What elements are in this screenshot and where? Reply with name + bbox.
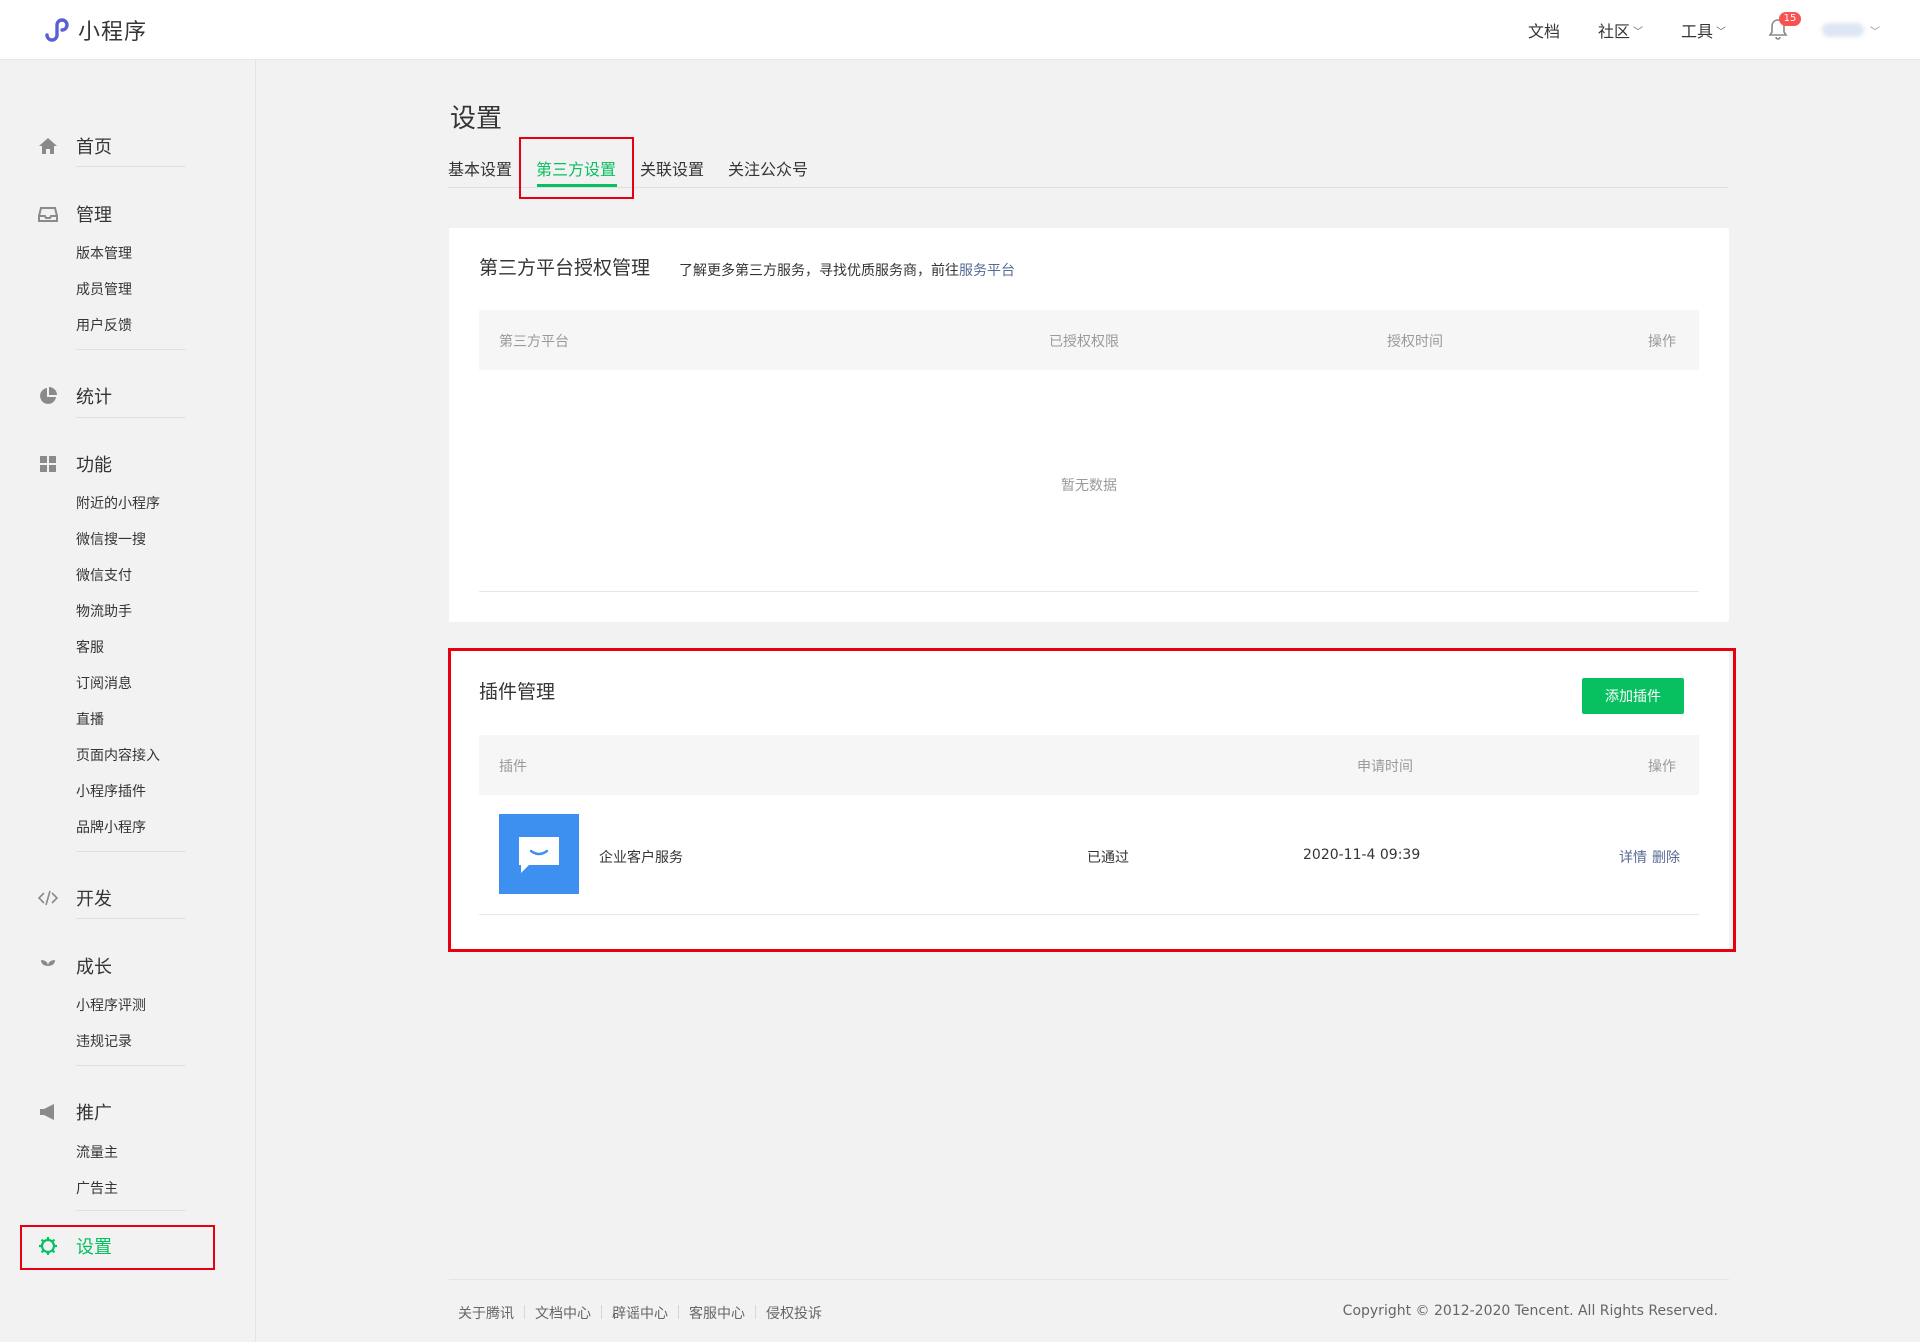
- divider: [601, 1305, 602, 1319]
- home-icon: [38, 136, 58, 156]
- sidebar-item-label: 首页: [76, 137, 112, 158]
- copyright-text: Copyright © 2012-2020 Tencent. All Right…: [1342, 1303, 1718, 1319]
- divider: [76, 1210, 186, 1211]
- third-party-table-header: 第三方平台 已授权权限 授权时间 操作: [479, 310, 1699, 370]
- empty-state-text: 暂无数据: [1061, 478, 1117, 494]
- chevron-down-icon: ﹀: [1716, 26, 1726, 38]
- divider: [524, 1305, 525, 1319]
- sidebar-item-manage[interactable]: 管理: [38, 202, 112, 226]
- sidebar-item-label: 成长: [76, 957, 112, 978]
- tab-linked-settings[interactable]: 关联设置: [640, 156, 704, 180]
- table-bottom-line: [479, 591, 1699, 592]
- nav-docs-label: 文档: [1527, 22, 1560, 41]
- tab-basic-settings[interactable]: 基本设置: [448, 156, 512, 180]
- chevron-down-icon: ﹀: [1632, 26, 1643, 38]
- column-header: 第三方平台: [499, 334, 569, 350]
- third-party-card-title: 第三方平台授权管理: [479, 257, 651, 279]
- footer-link-about[interactable]: 关于腾讯: [458, 1303, 514, 1323]
- chevron-down-icon: ﹀: [1870, 26, 1880, 38]
- divider: [678, 1305, 679, 1319]
- logo[interactable]: 小程序: [38, 13, 147, 47]
- sidebar-item-traffic-owner[interactable]: 流量主: [76, 1142, 118, 1162]
- footer-link-rumor[interactable]: 辟谣中心: [612, 1303, 668, 1323]
- account-menu[interactable]: ﹀: [1822, 23, 1880, 38]
- tab-bar: 基本设置 第三方设置 关联设置 关注公众号: [448, 154, 1728, 188]
- divider: [76, 1065, 186, 1066]
- pie-chart-icon: [38, 386, 58, 406]
- divider: [76, 918, 186, 919]
- sidebar-item-label: 推广: [76, 1103, 112, 1124]
- divider: [76, 349, 186, 350]
- notification-badge: 15: [1779, 12, 1801, 26]
- sidebar-item-violations[interactable]: 违规记录: [76, 1031, 132, 1051]
- grid-icon: [38, 454, 58, 474]
- sidebar-item-search[interactable]: 微信搜一搜: [76, 529, 146, 549]
- mini-program-logo-icon: [45, 18, 69, 42]
- sidebar-item-nearby[interactable]: 附近的小程序: [76, 493, 160, 513]
- nav-community[interactable]: 社区 ﹀: [1598, 18, 1643, 42]
- sidebar-item-stats[interactable]: 统计: [38, 384, 112, 408]
- third-party-auth-card: 第三方平台授权管理 了解更多第三方服务，寻找优质服务商，前往服务平台 第三方平台…: [449, 228, 1729, 622]
- sidebar-item-promotion[interactable]: 推广: [38, 1100, 112, 1124]
- tab-follow-official-account[interactable]: 关注公众号: [728, 156, 808, 180]
- sidebar-item-home[interactable]: 首页: [38, 134, 112, 158]
- sidebar: 首页 管理 版本管理 成员管理 用户反馈 统计 功能 附近的小程序 微信搜一搜 …: [0, 60, 256, 1342]
- nav-community-label: 社区: [1597, 22, 1630, 41]
- sidebar-item-growth[interactable]: 成长: [38, 954, 112, 978]
- sidebar-item-features[interactable]: 功能: [38, 452, 112, 476]
- footer-link-infringement[interactable]: 侵权投诉: [766, 1303, 822, 1323]
- sidebar-item-brand[interactable]: 品牌小程序: [76, 817, 146, 837]
- divider: [76, 851, 186, 852]
- sidebar-item-pay[interactable]: 微信支付: [76, 565, 132, 585]
- sidebar-item-logistics[interactable]: 物流助手: [76, 601, 132, 621]
- divider: [76, 166, 186, 167]
- highlight-box-tab: [519, 137, 634, 199]
- page-title: 设置: [450, 104, 503, 134]
- sidebar-item-label: 开发: [76, 889, 112, 910]
- sidebar-item-review[interactable]: 小程序评测: [76, 995, 146, 1015]
- sidebar-item-develop[interactable]: 开发: [38, 886, 112, 910]
- nav-docs[interactable]: 文档: [1528, 18, 1560, 42]
- account-name-blurred: [1822, 23, 1864, 37]
- sidebar-item-label: 统计: [76, 387, 112, 408]
- footer-links: 关于腾讯 文档中心 辟谣中心 客服中心 侵权投诉: [458, 1303, 822, 1323]
- sidebar-item-subscribe[interactable]: 订阅消息: [76, 673, 132, 693]
- sidebar-item-live[interactable]: 直播: [76, 709, 104, 729]
- sidebar-item-label: 功能: [76, 455, 112, 476]
- notification-button[interactable]: 15: [1768, 12, 1801, 42]
- sidebar-item-plugins[interactable]: 小程序插件: [76, 781, 146, 801]
- sidebar-item-feedback[interactable]: 用户反馈: [76, 315, 132, 335]
- third-party-card-desc: 了解更多第三方服务，寻找优质服务商，前往服务平台: [679, 260, 1015, 280]
- sprout-icon: [38, 956, 58, 976]
- code-icon: [38, 888, 58, 908]
- megaphone-icon: [38, 1102, 58, 1122]
- footer-link-support[interactable]: 客服中心: [689, 1303, 745, 1323]
- logo-text: 小程序: [78, 20, 148, 45]
- sidebar-item-advertiser[interactable]: 广告主: [76, 1178, 118, 1198]
- service-platform-link[interactable]: 服务平台: [959, 263, 1015, 279]
- sidebar-item-members[interactable]: 成员管理: [76, 279, 132, 299]
- footer-link-docs[interactable]: 文档中心: [535, 1303, 591, 1323]
- column-header: 操作: [1648, 334, 1676, 350]
- sidebar-item-version[interactable]: 版本管理: [76, 243, 132, 263]
- highlight-box-plugins: [448, 648, 1736, 952]
- desc-text: 了解更多第三方服务，寻找优质服务商，前往: [679, 263, 959, 279]
- highlight-box-settings: [20, 1225, 215, 1270]
- inbox-icon: [38, 204, 58, 224]
- nav-tools[interactable]: 工具 ﹀: [1681, 18, 1726, 42]
- sidebar-item-label: 管理: [76, 205, 112, 226]
- nav-tools-label: 工具: [1680, 22, 1713, 41]
- column-header: 已授权权限: [1049, 334, 1119, 350]
- sidebar-item-page-content[interactable]: 页面内容接入: [76, 745, 160, 765]
- footer-divider: [449, 1279, 1729, 1280]
- divider: [755, 1305, 756, 1319]
- sidebar-item-customer-service[interactable]: 客服: [76, 637, 104, 657]
- divider: [76, 417, 186, 418]
- top-bar: 小程序 文档 社区 ﹀ 工具 ﹀ 15 ﹀: [0, 0, 1920, 60]
- column-header: 授权时间: [1387, 334, 1443, 350]
- top-nav: 文档 社区 ﹀ 工具 ﹀ 15 ﹀: [1490, 0, 1880, 60]
